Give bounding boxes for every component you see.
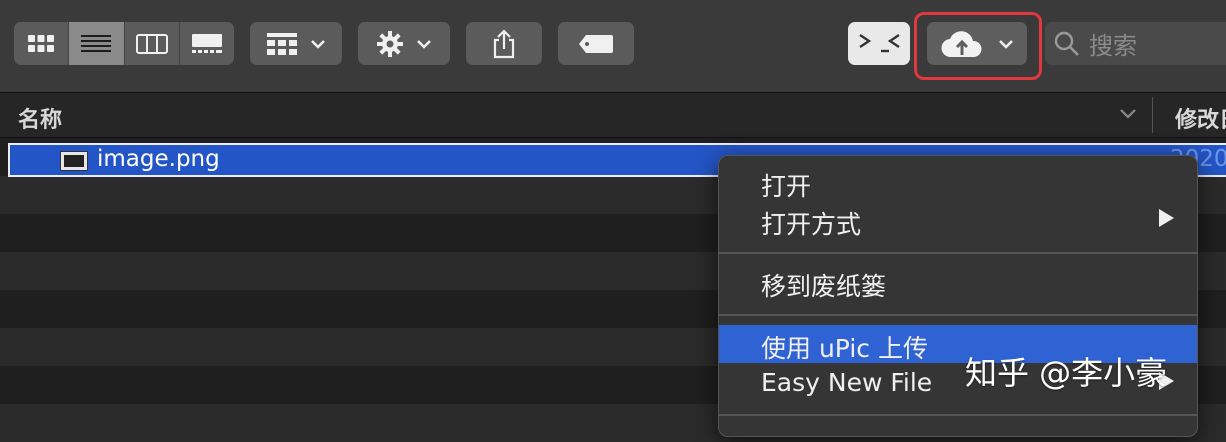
- menu-item-label: Easy New File: [761, 368, 933, 397]
- view-mode-segmented-control[interactable]: [14, 22, 234, 65]
- annotation-highlight-box: [914, 12, 1042, 80]
- list-view-button[interactable]: [69, 22, 125, 65]
- column-view-button[interactable]: [125, 22, 180, 65]
- menu-item-label: 移到废纸篓: [761, 272, 887, 301]
- context-menu: 打开 打开方式 移到废纸篓 使用 uPic 上传 Easy New File: [718, 155, 1198, 437]
- menu-item-open-with[interactable]: 打开方式: [719, 201, 1197, 239]
- gallery-view-button[interactable]: [180, 22, 234, 65]
- chevron-down-icon: [311, 39, 325, 49]
- menu-item-label: 打开: [761, 172, 812, 201]
- search-field[interactable]: 搜索: [1045, 22, 1226, 65]
- column-header-modified[interactable]: 修改日: [1175, 102, 1226, 134]
- group-by-button[interactable]: [250, 22, 342, 65]
- column-header-bar: 名称 修改日: [0, 93, 1226, 138]
- finder-toolbar: 搜索: [0, 0, 1226, 93]
- submenu-arrow-icon: [1159, 209, 1174, 227]
- share-icon: [493, 28, 515, 58]
- sort-chevron-icon[interactable]: [1118, 101, 1138, 125]
- action-menu-button[interactable]: [358, 22, 450, 65]
- share-button[interactable]: [466, 22, 542, 65]
- file-name[interactable]: image.png: [97, 146, 220, 172]
- menu-separator: [719, 252, 1197, 254]
- column-header-name[interactable]: 名称: [18, 102, 62, 134]
- column-view-icon: [135, 33, 168, 54]
- column-divider[interactable]: [1152, 97, 1153, 133]
- menu-item-label: 打开方式: [761, 210, 862, 239]
- search-placeholder: 搜索: [1089, 32, 1137, 60]
- menu-separator: [719, 314, 1197, 316]
- tag-icon: [579, 34, 613, 53]
- terminal-button[interactable]: [848, 22, 910, 65]
- icon-view-icon: [28, 34, 55, 52]
- search-icon: [1054, 31, 1079, 56]
- tags-button[interactable]: [558, 22, 634, 65]
- list-view-icon: [81, 34, 112, 52]
- gallery-view-icon: [191, 33, 222, 53]
- menu-item-label: 使用 uPic 上传: [761, 334, 928, 363]
- image-file-icon: [60, 151, 88, 171]
- chevron-down-icon: [417, 39, 431, 49]
- menu-separator: [719, 414, 1197, 416]
- icon-view-button[interactable]: [14, 22, 70, 65]
- watermark-text: 知乎 @李小豪: [965, 354, 1168, 392]
- menu-item-move-to-trash[interactable]: 移到废纸篓: [719, 263, 1197, 301]
- menu-item-open[interactable]: 打开: [719, 163, 1197, 201]
- terminal-icon: [859, 33, 900, 52]
- group-grid-icon: [267, 32, 297, 55]
- gear-icon: [377, 30, 403, 57]
